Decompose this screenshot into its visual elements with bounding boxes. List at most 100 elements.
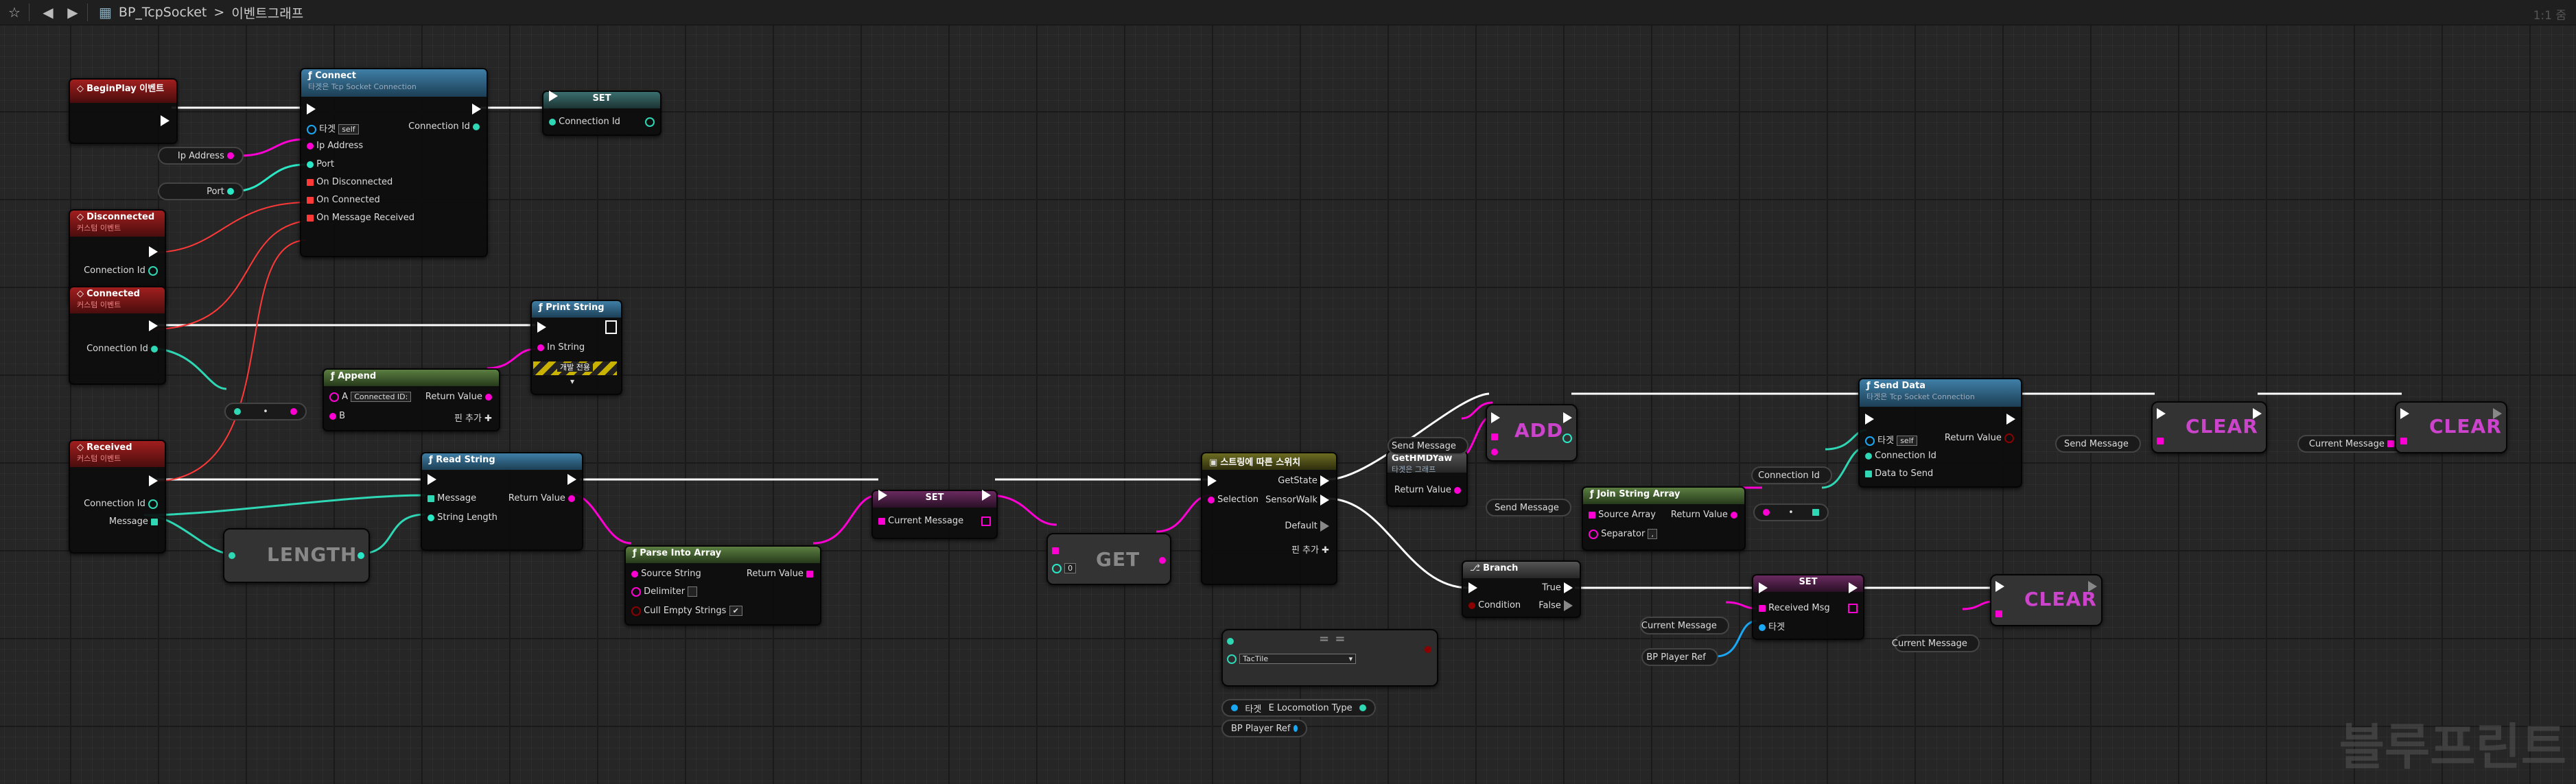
exec-out-pin[interactable] bbox=[149, 475, 158, 486]
port-variable[interactable]: Port bbox=[158, 182, 244, 200]
input-pin[interactable] bbox=[229, 551, 235, 559]
connected-event-node[interactable]: ◇ Connected 커스텀 이벤트 Connection Id bbox=[69, 286, 166, 385]
return-pin[interactable] bbox=[2004, 433, 2014, 443]
index-out-pin[interactable] bbox=[1562, 433, 1572, 443]
target-pin[interactable] bbox=[1231, 704, 1238, 711]
connection-id-variable[interactable]: Connection Id bbox=[1751, 466, 1832, 484]
array-pin[interactable] bbox=[1995, 610, 2002, 617]
received-event-node[interactable]: ◇ Received 커스텀 이벤트 Connection Id Message bbox=[69, 440, 166, 554]
output-pin[interactable] bbox=[981, 516, 991, 526]
conversion-node[interactable]: • bbox=[1753, 503, 1829, 521]
delegate-pin[interactable] bbox=[307, 178, 314, 186]
exec-in-pin[interactable] bbox=[878, 490, 887, 501]
plus-icon[interactable]: ✚ bbox=[484, 414, 492, 424]
array-add-node[interactable]: ADD bbox=[1486, 404, 1578, 462]
in-string-pin[interactable] bbox=[537, 344, 544, 351]
connect-function-node[interactable]: ƒ Connect 타겟은 Tcp Socket Connection 타겟 s… bbox=[300, 68, 488, 257]
source-array-pin[interactable] bbox=[1589, 511, 1595, 519]
array-pin[interactable] bbox=[2400, 437, 2407, 444]
exec-in-pin[interactable] bbox=[2157, 408, 2166, 419]
item-pin[interactable] bbox=[1491, 448, 1498, 455]
array-pin[interactable] bbox=[1491, 433, 1498, 440]
append-node[interactable]: ƒ Append A Connected ID: Return Value B … bbox=[323, 368, 500, 431]
join-string-array-node[interactable]: ƒ Join String Array Source Array Return … bbox=[1582, 486, 1746, 551]
exec-out-pin[interactable] bbox=[982, 490, 991, 501]
array-clear-node[interactable]: CLEAR bbox=[2151, 401, 2267, 453]
array-clear-node[interactable]: CLEAR bbox=[1990, 574, 2103, 626]
index-pin[interactable] bbox=[1052, 563, 1062, 573]
breadcrumb-graph[interactable]: 이벤트그래프 bbox=[231, 3, 303, 22]
expand-chevron-icon[interactable]: ▾ bbox=[570, 377, 574, 386]
add-pin-label[interactable]: 핀 추가 bbox=[1291, 545, 1319, 556]
star-icon[interactable]: ☆ bbox=[4, 2, 25, 23]
value-pin[interactable] bbox=[878, 517, 885, 525]
set-connection-id-node[interactable]: SET Connection Id bbox=[542, 91, 661, 136]
conversion-node[interactable]: • bbox=[224, 403, 307, 420]
current-message-variable[interactable]: Current Message bbox=[1640, 617, 1729, 634]
exec-out-pin[interactable] bbox=[2493, 408, 2502, 419]
exec-in-pin[interactable] bbox=[1208, 475, 1217, 486]
return-pin[interactable] bbox=[1731, 511, 1737, 519]
exec-in-pin[interactable] bbox=[1865, 414, 1874, 425]
delegate-pin[interactable] bbox=[307, 214, 314, 222]
exec-out-pin[interactable] bbox=[149, 320, 158, 331]
exec-in-pin[interactable] bbox=[2400, 408, 2409, 419]
set-current-message-node[interactable]: SET Current Message bbox=[871, 490, 998, 539]
connection-id-pin[interactable] bbox=[1865, 452, 1872, 460]
output-pin[interactable] bbox=[227, 188, 234, 195]
send-message-variable[interactable]: Send Message bbox=[2055, 435, 2141, 453]
output-pin[interactable] bbox=[290, 408, 297, 415]
exec-in-pin[interactable] bbox=[1468, 582, 1477, 593]
exec-out-pin[interactable] bbox=[1320, 521, 1329, 532]
target-pin[interactable] bbox=[307, 124, 316, 134]
enum-dropdown[interactable]: TacTile ▾ bbox=[1239, 654, 1357, 664]
message-pin[interactable] bbox=[428, 495, 434, 502]
exec-in-pin[interactable] bbox=[1995, 581, 2004, 592]
read-string-node[interactable]: ƒ Read String Message Return Value Strin… bbox=[421, 452, 583, 551]
switch-on-string-node[interactable]: ▣ 스트링에 따른 스위치 GetState Selection SensorW… bbox=[1201, 452, 1337, 585]
separator-box[interactable]: , bbox=[1648, 529, 1657, 539]
index-box[interactable]: 0 bbox=[1064, 563, 1077, 573]
output-pin[interactable] bbox=[151, 518, 158, 525]
b-pin[interactable] bbox=[329, 412, 336, 420]
begin-play-event-node[interactable]: ◇ BeginPlay 이벤트 bbox=[69, 78, 178, 144]
current-message-variable[interactable]: Current Message bbox=[1892, 634, 1980, 652]
add-pin-label[interactable]: 핀 추가 bbox=[454, 414, 482, 424]
exec-out-pin[interactable] bbox=[472, 104, 481, 115]
exec-out-pin[interactable] bbox=[1320, 475, 1329, 486]
enum-a-pin[interactable] bbox=[1227, 637, 1234, 645]
condition-pin[interactable] bbox=[1468, 602, 1475, 609]
data-pin[interactable] bbox=[1865, 470, 1872, 477]
bp-player-ref-variable[interactable]: BP Player Ref bbox=[1221, 720, 1307, 737]
exec-out-pin[interactable] bbox=[2006, 414, 2015, 425]
return-pin[interactable] bbox=[1454, 486, 1461, 494]
plus-icon[interactable]: ✚ bbox=[1322, 545, 1329, 556]
exec-in-pin[interactable] bbox=[537, 322, 546, 333]
length-pin[interactable] bbox=[428, 514, 434, 521]
return-pin[interactable] bbox=[473, 123, 480, 130]
value-pin[interactable] bbox=[1759, 604, 1766, 612]
get-hmd-yaw-node[interactable]: GetHMDYaw 타겟은 그래프 Return Value bbox=[1386, 451, 1468, 507]
target-pin[interactable] bbox=[1865, 436, 1875, 446]
exec-in-pin[interactable] bbox=[1491, 412, 1500, 423]
exec-in-pin[interactable] bbox=[1759, 582, 1768, 593]
output-pin[interactable] bbox=[2387, 440, 2394, 447]
exec-out-pin[interactable] bbox=[1564, 582, 1573, 593]
forward-arrow-icon[interactable]: ▶ bbox=[62, 2, 83, 23]
target-pin[interactable] bbox=[1759, 623, 1766, 631]
locomotion-type-getter[interactable]: 타겟 E Locomotion Type bbox=[1221, 699, 1376, 717]
input-pin[interactable] bbox=[1763, 509, 1770, 516]
branch-node[interactable]: ⎇ Branch True Condition False bbox=[1462, 560, 1581, 618]
exec-out-pin[interactable] bbox=[567, 474, 576, 485]
output-pin[interactable] bbox=[1293, 725, 1298, 732]
source-string-pin[interactable] bbox=[631, 570, 638, 578]
cull-pin[interactable] bbox=[631, 606, 641, 616]
exec-out-pin[interactable] bbox=[1564, 600, 1573, 611]
bp-player-ref-variable[interactable]: BP Player Ref bbox=[1641, 648, 1718, 666]
separator-pin[interactable] bbox=[1589, 529, 1598, 539]
output-pin[interactable] bbox=[1848, 603, 1858, 613]
breadcrumb-blueprint[interactable]: BP_TcpSocket bbox=[119, 5, 207, 20]
send-message-variable[interactable]: Send Message bbox=[1387, 437, 1468, 455]
exec-in-pin[interactable] bbox=[549, 91, 558, 102]
array-clear-node[interactable]: CLEAR bbox=[2395, 401, 2507, 453]
